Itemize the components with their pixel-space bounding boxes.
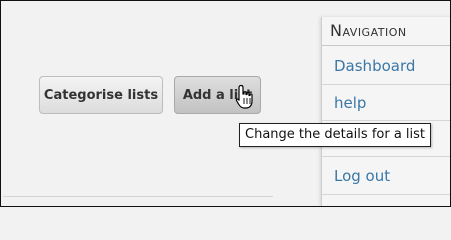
divider [322,120,450,121]
navigation-heading: Navigation [330,21,407,40]
nav-link-help[interactable]: help [334,94,366,112]
navigation-panel: Navigation Dashboard help Log out [321,17,450,206]
divider [322,45,450,46]
nav-link-log-out[interactable]: Log out [334,167,390,185]
content-divider [3,196,273,197]
hand-pointer-icon [235,84,253,109]
divider [322,156,450,157]
categorise-lists-button[interactable]: Categorise lists [39,76,163,114]
divider [322,194,450,195]
add-list-tooltip: Change the details for a list [239,123,432,147]
browser-viewport: Categorise lists Add a list Navigation D… [0,0,451,207]
nav-link-dashboard[interactable]: Dashboard [334,57,415,75]
divider [322,84,450,85]
